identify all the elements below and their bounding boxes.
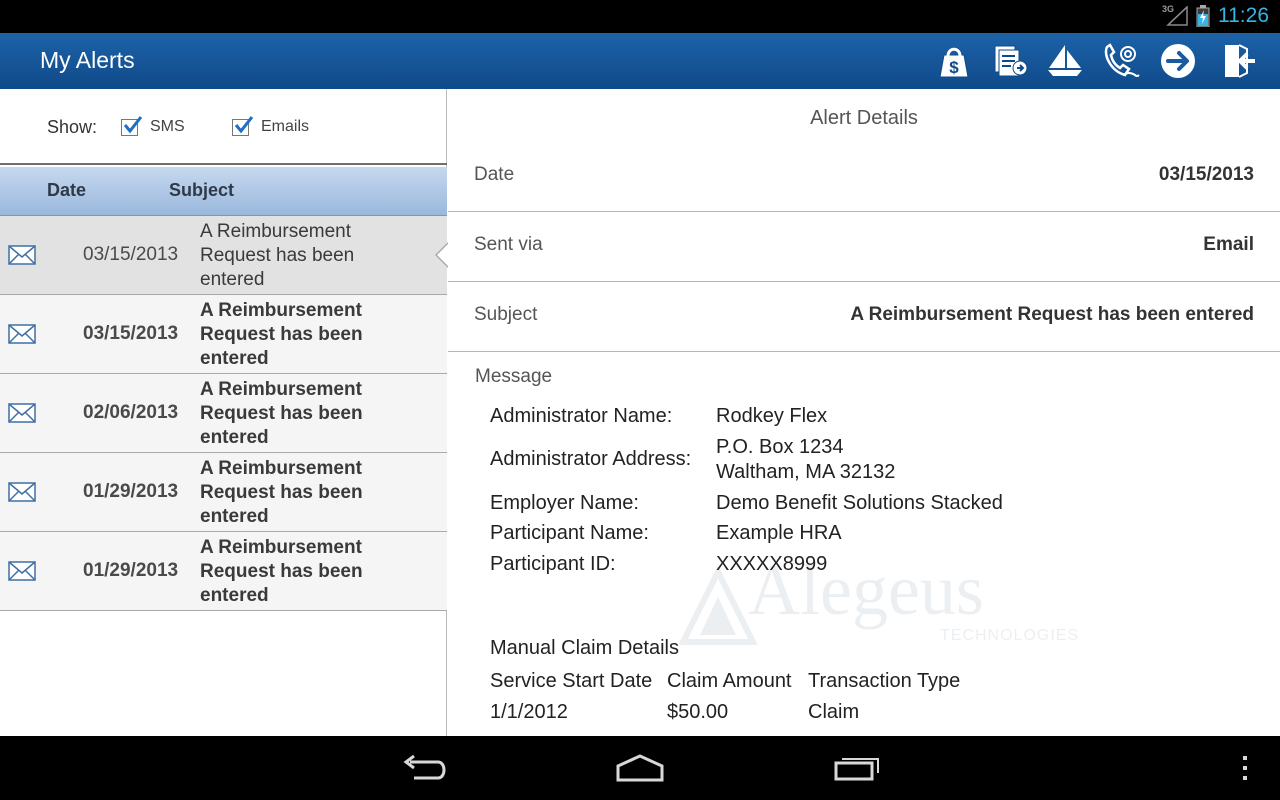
subject-field: Subject A Reimbursement Request has been… <box>448 282 1280 352</box>
participant-name-label: Participant Name: <box>490 522 649 544</box>
alert-row[interactable]: 02/06/2013 A Reimbursement Request has b… <box>0 374 447 453</box>
employer-name-label: Employer Name: <box>490 492 639 514</box>
envelope-icon <box>8 324 36 349</box>
claim-section-title: Manual Claim Details <box>490 637 679 659</box>
admin-address-line1: P.O. Box 1234 <box>716 436 844 458</box>
admin-name-value: Rodkey Flex <box>716 405 828 427</box>
status-bar: 3G 11:26 <box>0 0 1280 33</box>
sent-via-value: Email <box>1203 234 1254 255</box>
claim-type: Claim <box>808 701 860 723</box>
svg-text:$: $ <box>949 58 959 77</box>
overflow-menu-icon[interactable] <box>1215 750 1275 786</box>
alert-subject: A Reimbursement Request has been entered <box>200 458 363 527</box>
sent-via-label: Sent via <box>474 234 543 255</box>
clock: 11:26 <box>1218 4 1269 27</box>
envelope-icon <box>8 245 36 270</box>
date-value: 03/15/2013 <box>1158 164 1254 185</box>
page-title: My Alerts <box>40 47 135 73</box>
participant-id-label: Participant ID: <box>490 553 616 575</box>
alert-row[interactable]: 01/29/2013 A Reimbursement Request has b… <box>0 453 447 532</box>
emails-label[interactable]: Emails <box>261 118 309 136</box>
participant-id-value: XXXXX8999 <box>716 553 828 575</box>
alert-subject: A Reimbursement Request has been entered <box>200 379 363 448</box>
employer-name-value: Demo Benefit Solutions Stacked <box>716 492 1003 514</box>
subject-label: Subject <box>474 304 538 325</box>
filter-bar: Show: SMS Emails <box>0 89 447 165</box>
logout-icon[interactable] <box>1218 41 1258 81</box>
back-icon[interactable] <box>394 750 454 786</box>
navigation-bar <box>0 736 1280 800</box>
content-area: Show: SMS Emails Date Subject 03/15/2013… <box>0 89 1280 736</box>
phone-at-icon[interactable] <box>1101 41 1141 81</box>
admin-address-line2: Waltham, MA 32132 <box>716 461 896 483</box>
date-field: Date 03/15/2013 <box>448 142 1280 212</box>
sms-checkbox[interactable] <box>121 116 143 137</box>
claim-header-type: Transaction Type <box>808 670 961 692</box>
sailboat-icon[interactable] <box>1045 41 1085 81</box>
alert-date: 01/29/2013 <box>83 560 179 581</box>
sent-via-field: Sent via Email <box>448 212 1280 282</box>
action-bar: My Alerts $ <box>0 33 1280 89</box>
claim-amount: $50.00 <box>667 701 729 723</box>
alert-subject: A Reimbursement Request has been entered <box>200 300 363 369</box>
alert-subject: A Reimbursement Request has been entered <box>200 221 355 290</box>
sms-label[interactable]: SMS <box>150 118 185 136</box>
alert-subject: A Reimbursement Request has been entered <box>200 537 363 606</box>
claim-service-date: 1/1/2012 <box>490 701 568 723</box>
admin-address-label: Administrator Address: <box>490 448 692 470</box>
alert-date: 03/15/2013 <box>83 244 179 265</box>
alerts-list-pane: Show: SMS Emails Date Subject 03/15/2013… <box>0 89 449 736</box>
alert-details-pane: Alert Details Date 03/15/2013 Sent via E… <box>448 89 1280 736</box>
envelope-icon <box>8 561 36 586</box>
emails-checkbox[interactable] <box>232 116 254 137</box>
signal-icon: 3G <box>1162 4 1190 28</box>
message-label: Message <box>475 366 553 387</box>
alert-date: 03/15/2013 <box>83 323 179 344</box>
recent-apps-icon[interactable] <box>827 750 887 786</box>
arrow-right-circle-icon[interactable] <box>1158 41 1198 81</box>
alert-date: 01/29/2013 <box>83 481 179 502</box>
date-label: Date <box>474 164 515 185</box>
date-column-header[interactable]: Date <box>47 180 86 201</box>
documents-icon[interactable] <box>990 41 1030 81</box>
claim-header-amount: Claim Amount <box>667 670 792 692</box>
envelope-icon <box>8 482 36 507</box>
alert-row[interactable]: 01/29/2013 A Reimbursement Request has b… <box>0 532 447 611</box>
alert-row[interactable]: 03/15/2013 A Reimbursement Request has b… <box>0 216 449 295</box>
alert-date: 02/06/2013 <box>83 402 179 423</box>
selection-pointer <box>435 242 449 268</box>
subject-column-header[interactable]: Subject <box>169 180 234 201</box>
alert-row[interactable]: 03/15/2013 A Reimbursement Request has b… <box>0 295 447 374</box>
claim-header-service-date: Service Start Date <box>490 670 653 692</box>
details-title: Alert Details <box>810 107 918 129</box>
shopping-bag-dollar-icon[interactable]: $ <box>934 41 974 81</box>
envelope-icon <box>8 403 36 428</box>
battery-icon <box>1196 5 1210 28</box>
home-icon[interactable] <box>610 750 670 786</box>
subject-value: A Reimbursement Request has been entered <box>850 304 1254 325</box>
show-label: Show: <box>47 117 98 137</box>
alerts-list: 03/15/2013 A Reimbursement Request has b… <box>0 216 449 611</box>
admin-name-label: Administrator Name: <box>490 405 673 427</box>
list-header: Date Subject <box>0 167 447 216</box>
participant-name-value: Example HRA <box>716 522 842 544</box>
